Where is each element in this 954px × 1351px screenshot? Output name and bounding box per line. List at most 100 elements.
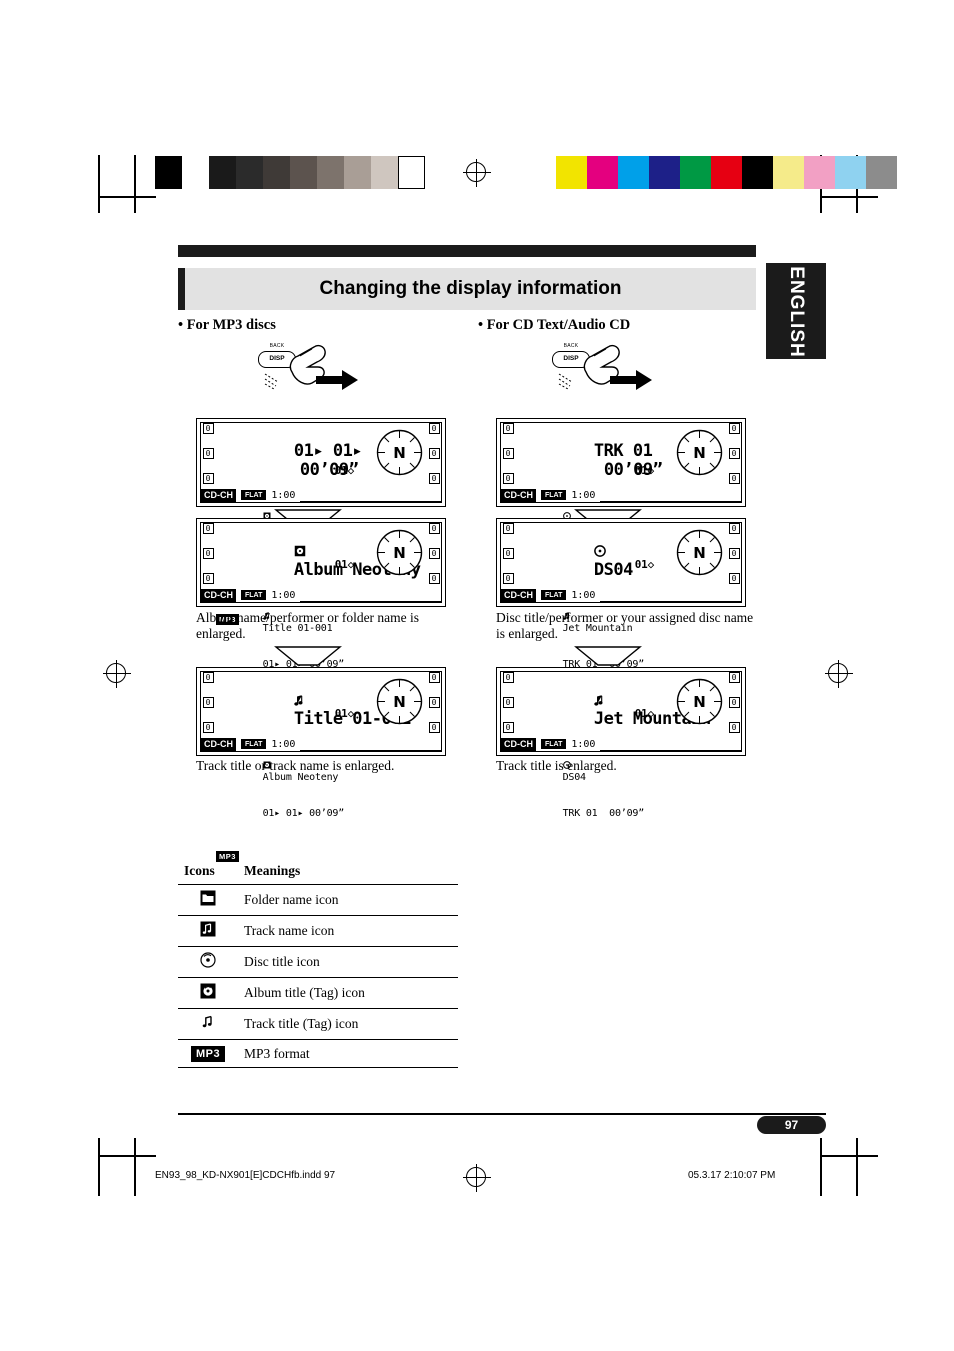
panel-side-digit[interactable]: 0 [728,523,740,534]
registration-mark [463,1164,491,1192]
disc-title-icon [200,952,216,968]
display-panel: 0 0 0 0 0 0 Title 01-001 Album Neoteny 0… [196,667,446,862]
panel-side-digit[interactable]: 0 [502,573,514,584]
page-title: Changing the display information [178,268,756,310]
button-press-graphic-left: BACK DISP [258,343,368,396]
panel-side-digit[interactable]: 0 [728,697,740,708]
eq-badge: FLAT [241,590,267,600]
source-badge: CD-CH [501,737,536,751]
album-title-tag-icon [294,545,306,557]
clock-text: 1:00 [571,489,596,501]
panel-side-digit[interactable]: 0 [428,722,440,733]
disc-title-icon-meaning: Disc title icon [238,946,458,978]
svg-text:N: N [693,544,706,562]
panel-line-3: TRK 01 00’09” 01◇ [516,708,726,844]
panel-left-buttons: 0 0 0 [501,672,515,733]
mp3-format-icon: MP3 [190,1046,226,1062]
svg-text:N: N [393,444,406,462]
panel-right-number: 01◇ [634,464,654,477]
status-filler [300,738,441,751]
crop-mark [98,196,156,198]
panel-side-digit[interactable]: 0 [502,448,514,459]
panel-right-buttons: 0 0 0 [427,672,441,733]
page-title-text: Changing the display information [319,278,622,299]
panel-side-digit[interactable]: 0 [202,548,214,559]
panel-left-buttons: 0 0 0 [201,672,215,733]
eq-badge: FLAT [541,590,567,600]
dashed-lines [264,373,279,390]
caption-right-1-text: Disc title/performer or your assigned di… [496,610,754,641]
crop-mark [856,1138,858,1196]
folder-icon-meaning: Folder name icon [238,884,458,916]
crop-mark [98,1138,100,1196]
caption-left-1-text: Album name/performer or folder name is e… [196,610,420,641]
panel-side-digit[interactable]: 0 [728,448,740,459]
registration-mark [463,159,491,187]
svg-text:N: N [393,693,406,711]
panel-side-digit[interactable]: 0 [502,722,514,733]
panel-side-digit[interactable]: 0 [428,423,440,434]
panel-side-digit[interactable]: 0 [202,523,214,534]
eq-badge: FLAT [241,490,267,500]
panel-side-digit[interactable]: 0 [728,672,740,683]
compass-icon: N [376,678,423,725]
panel-side-digit[interactable]: 0 [202,448,214,459]
eq-badge: FLAT [241,739,267,749]
track-name-icon-cell [178,915,238,947]
registration-mark [825,660,853,688]
track-title-tag-icon-cell [178,1008,238,1040]
panel-status-bar: CD-CH FLAT 1:00 [501,736,741,752]
crop-mark [820,1138,822,1196]
panel-side-digit[interactable]: 0 [428,473,440,484]
arrow-right-icon [610,370,652,390]
source-badge: CD-CH [501,488,536,502]
mp3-format-icon-cell: MP3 [178,1039,238,1068]
panel-side-digit[interactable]: 0 [202,722,214,733]
panel-right-number: 01◇ [634,707,654,720]
panel-side-digit[interactable]: 0 [502,523,514,534]
title-rule [178,245,756,257]
panel-side-digit[interactable]: 0 [502,697,514,708]
language-tab: ENGLISH [766,263,826,359]
panel-line-main-text: TRK 01 [593,441,653,461]
panel-status-bar: CD-CH FLAT 1:00 [201,736,441,752]
display-panel: 0 0 0 0 0 0 01▸ 01▸ 00’09” Album Neoteny… [196,418,446,625]
panel-side-digit[interactable]: 0 [728,548,740,559]
panel-status-bar: CD-CH FLAT 1:00 [501,487,741,503]
panel-side-digit[interactable]: 0 [202,473,214,484]
panel-side-digit[interactable]: 0 [428,448,440,459]
panel-side-digit[interactable]: 0 [502,423,514,434]
panel-line-main-text: 01▸ 01▸ [293,441,363,461]
panel-left-buttons: 0 0 0 [501,423,515,484]
disc-title-icon [594,545,606,557]
panel-side-digit[interactable]: 0 [728,722,740,733]
panel-side-digit[interactable]: 0 [202,672,214,683]
panel-side-digit[interactable]: 0 [728,423,740,434]
panel-side-digit[interactable]: 0 [728,573,740,584]
panel-side-digit[interactable]: 0 [428,697,440,708]
panel-side-digit[interactable]: 0 [502,548,514,559]
section-label-mp3: • For MP3 discs [178,317,276,333]
table-row: Track name icon [178,915,458,947]
track-title-tag-icon [202,1015,212,1028]
svg-text:N: N [393,544,406,562]
source-badge: CD-CH [201,488,236,502]
panel-side-digit[interactable]: 0 [202,573,214,584]
album-title-tag-icon [200,983,216,999]
disc-title-icon-cell [178,946,238,978]
panel-side-digit[interactable]: 0 [428,548,440,559]
panel-side-digit[interactable]: 0 [428,523,440,534]
panel-side-digit[interactable]: 0 [202,697,214,708]
flow-arrow-down [274,646,342,666]
panel-side-digit[interactable]: 0 [428,573,440,584]
table-row: Folder name icon [178,884,458,916]
panel-right-number: 01◇ [634,558,654,571]
panel-right-number: 01◇ [334,707,354,720]
panel-side-digit[interactable]: 0 [502,672,514,683]
eq-badge: FLAT [541,739,567,749]
panel-side-digit[interactable]: 0 [728,473,740,484]
panel-side-digit[interactable]: 0 [428,672,440,683]
source-badge: CD-CH [501,588,536,602]
panel-side-digit[interactable]: 0 [202,423,214,434]
panel-side-digit[interactable]: 0 [502,473,514,484]
